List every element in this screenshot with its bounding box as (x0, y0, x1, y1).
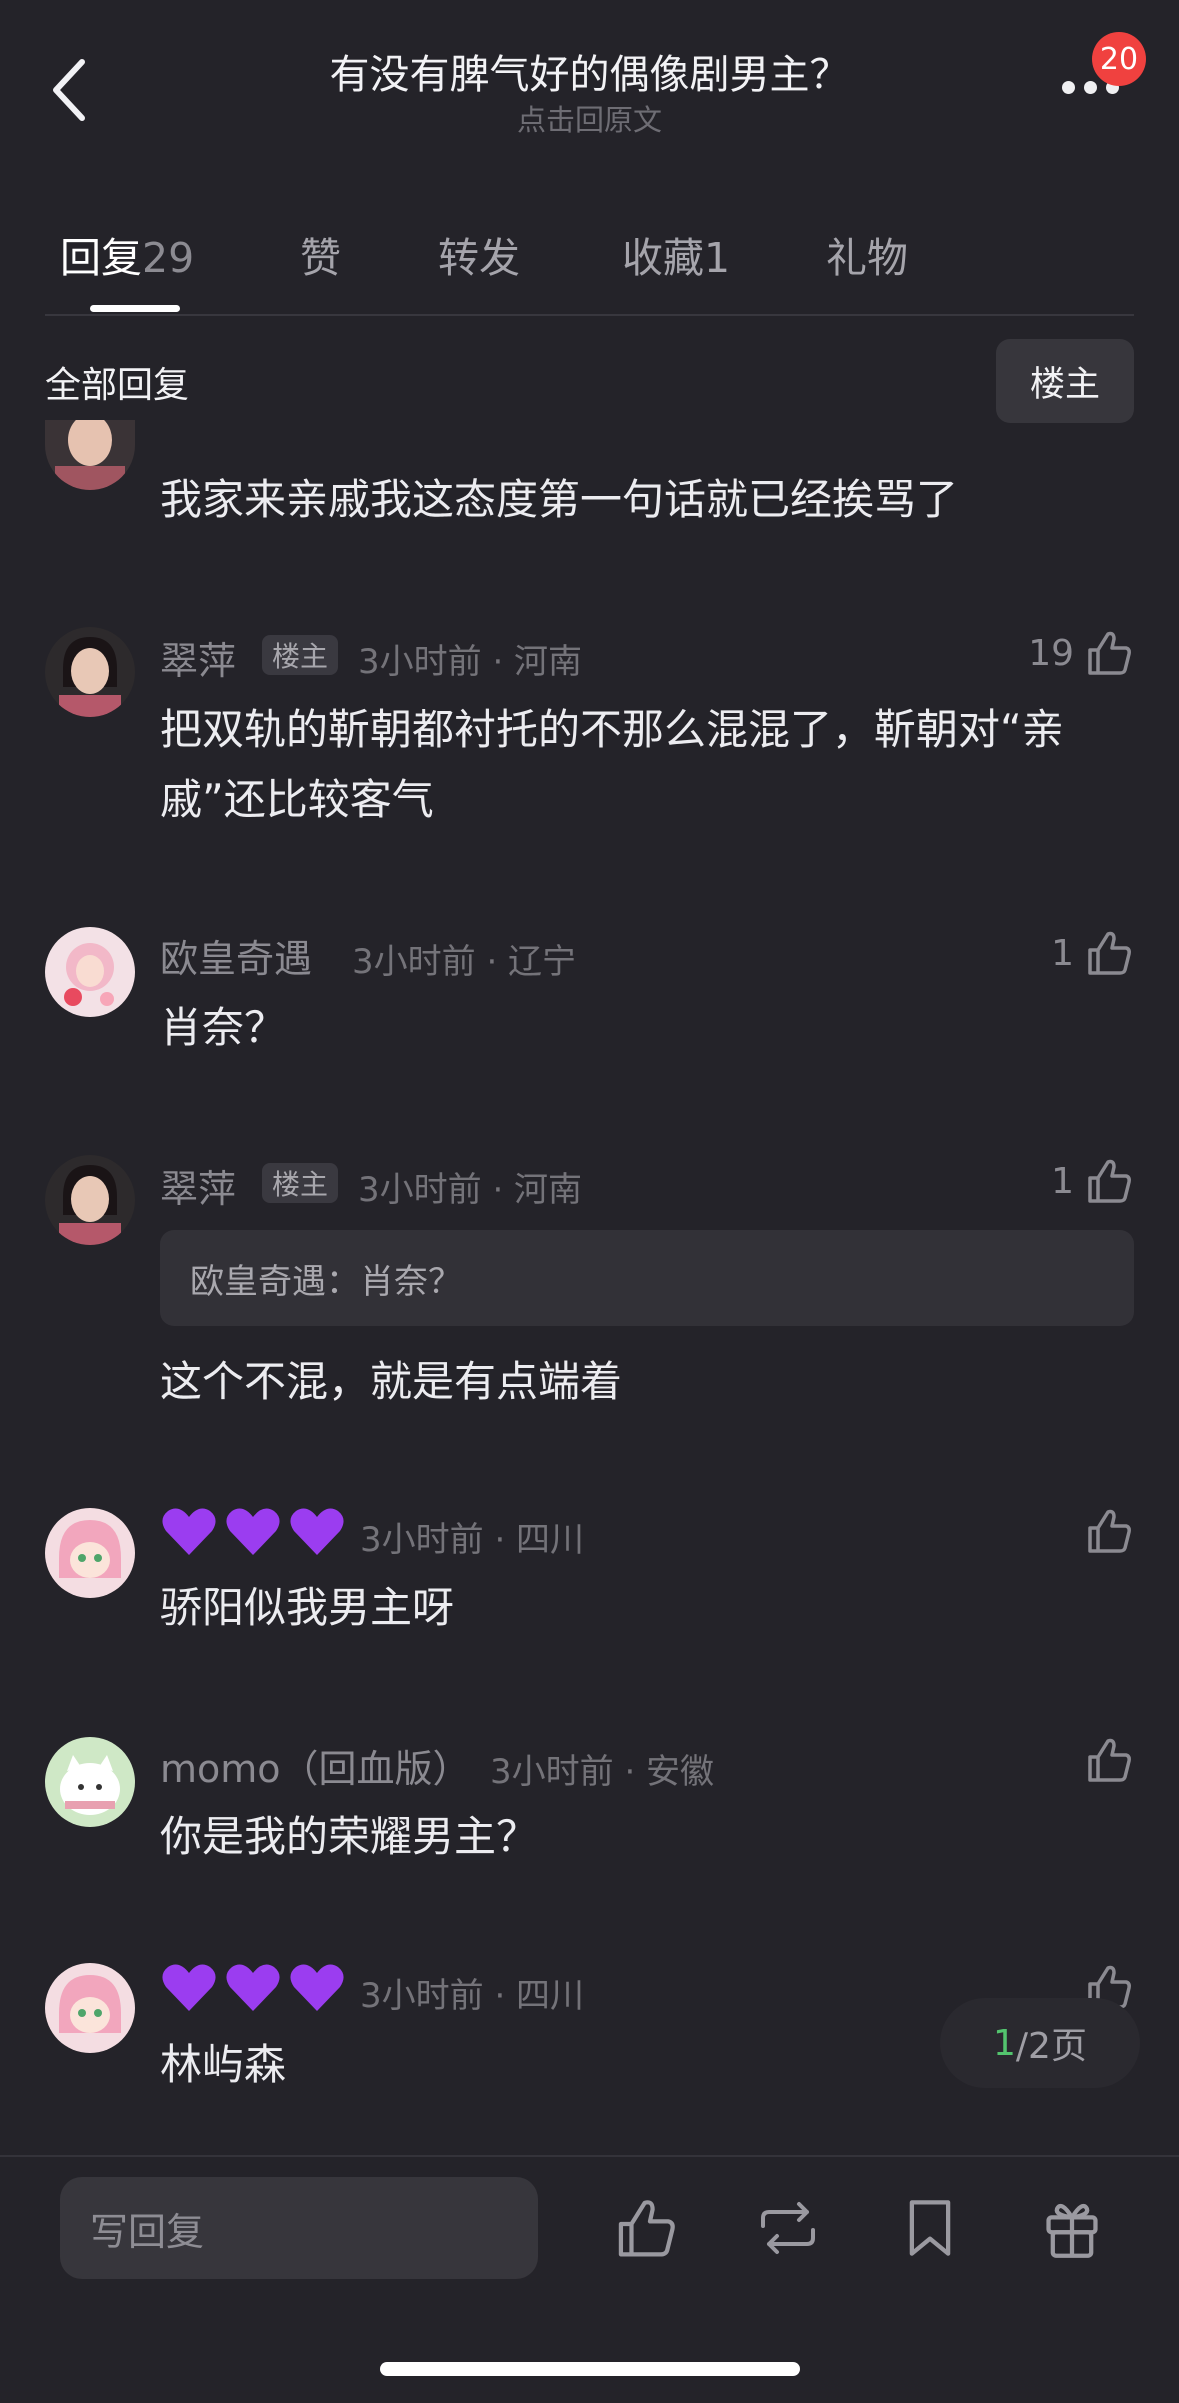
avatar[interactable] (45, 1963, 135, 2053)
comment-text: 我家来亲戚我这态度第一句话就已经挨骂了 (160, 475, 959, 524)
like-count: 1 (1051, 1160, 1074, 1202)
like-button[interactable]: 1 (1051, 928, 1134, 978)
reply-input[interactable]: 写回复 (60, 2177, 538, 2279)
tab-bar: 回复29 赞 转发 收藏1 礼物 (0, 210, 1179, 315)
avatar[interactable] (45, 1508, 135, 1598)
gift-icon (1046, 2203, 1098, 2258)
avatar[interactable] (45, 1737, 135, 1827)
avatar-image (45, 927, 135, 1017)
purple-heart-icon (290, 1508, 344, 1555)
bookmark-icon (909, 2200, 951, 2256)
op-tag: 楼主 (262, 635, 339, 675)
thumbs-up-icon (1088, 1509, 1131, 1553)
like-count: 19 (1028, 632, 1074, 674)
current-page: 1 (993, 2022, 1016, 2064)
divider (0, 2155, 1179, 2157)
username[interactable]: momo（回血版） (160, 1738, 471, 1793)
page-indicator[interactable]: 1/2页 (940, 1998, 1140, 2088)
home-indicator[interactable] (380, 2362, 800, 2376)
tab-label: 赞 (300, 234, 341, 282)
username-emoji[interactable] (160, 1505, 346, 1557)
back-to-original-link[interactable]: 点击回原文 (0, 97, 1179, 139)
avatar-image (45, 420, 135, 490)
bookmark-button[interactable] (892, 2190, 968, 2266)
op-tag: 楼主 (262, 1163, 339, 1203)
tab-likes[interactable]: 赞 (300, 224, 341, 284)
avatar[interactable] (45, 627, 135, 717)
avatar[interactable] (45, 420, 135, 490)
quoted-reply[interactable]: 欧皇奇遇：肖奈？ (160, 1230, 1134, 1326)
more-dot (1083, 80, 1097, 94)
tab-count: 29 (142, 234, 195, 282)
header: 有没有脾气好的偶像剧男主？ 点击回原文 20 (0, 0, 1179, 170)
repost-button[interactable] (750, 2190, 826, 2266)
gift-button[interactable] (1034, 2190, 1110, 2266)
comment-meta: 3小时前 · 辽宁 (352, 942, 577, 982)
username[interactable]: 翠萍 (160, 1158, 236, 1213)
avatar[interactable] (45, 1155, 135, 1245)
avatar-image (45, 1737, 135, 1827)
like-count: 1 (1051, 932, 1074, 974)
comment-meta: 3小时前 · 河南 (358, 642, 583, 682)
tab-count: 1 (704, 234, 731, 282)
avatar-image (45, 1508, 135, 1598)
comment-meta: 3小时前 · 安徽 (490, 1752, 715, 1792)
purple-heart-icon (162, 1964, 216, 2011)
like-post-button[interactable] (608, 2190, 684, 2266)
username[interactable]: 翠萍 (160, 630, 236, 685)
notification-badge: 20 (1092, 32, 1146, 86)
tab-favorites[interactable]: 收藏1 (622, 224, 730, 284)
tab-replies[interactable]: 回复29 (60, 224, 194, 284)
thumbs-up-icon (618, 2200, 675, 2257)
tab-reposts[interactable]: 转发 (438, 224, 520, 284)
thumbs-up-icon (1088, 631, 1131, 675)
like-button[interactable] (1084, 1735, 1134, 1785)
active-tab-indicator (90, 305, 180, 312)
comment-meta: 3小时前 · 四川 (360, 1976, 585, 2016)
comment-meta: 3小时前 · 四川 (360, 1520, 585, 1560)
comment-text: 骄阳似我男主呀 (160, 1583, 455, 1632)
username[interactable]: 欧皇奇遇 (160, 928, 312, 983)
tab-gifts[interactable]: 礼物 (826, 224, 908, 284)
screen: 有没有脾气好的偶像剧男主？ 点击回原文 20 回复29 赞 转发 收藏1 礼物 … (0, 0, 1179, 2403)
thumbs-up-icon (1088, 1159, 1131, 1203)
avatar-image (45, 1963, 135, 2053)
comment-meta: 3小时前 · 河南 (358, 1170, 583, 1210)
thumbs-up-icon (1088, 1738, 1131, 1782)
tab-label: 转发 (438, 234, 520, 282)
avatar[interactable] (45, 927, 135, 1017)
like-button[interactable]: 19 (1028, 628, 1134, 678)
purple-heart-icon (290, 1964, 344, 2011)
tab-label: 礼物 (826, 234, 908, 282)
comment-text: 把双轨的靳朝都衬托的不那么混混了，靳朝对“亲戚”还比较客气 (160, 705, 1064, 824)
purple-heart-icon (226, 1964, 280, 2011)
more-dots-icon (1061, 80, 1075, 94)
like-button[interactable] (1084, 1506, 1134, 1556)
all-replies-label: 全部回复 (45, 365, 190, 406)
comment-text: 你是我的荣耀男主？ (160, 1812, 539, 1861)
op-only-button[interactable]: 楼主 (996, 339, 1134, 423)
divider (45, 314, 1134, 316)
avatar-image (45, 1155, 135, 1245)
comment-text: 肖奈？ (160, 1003, 287, 1052)
total-pages: /2页 (1015, 2026, 1087, 2067)
purple-heart-icon (162, 1508, 216, 1555)
repost-icon (761, 2202, 815, 2254)
tab-label: 收藏 (622, 234, 704, 282)
avatar-image (45, 627, 135, 717)
tab-label: 回复 (60, 234, 142, 282)
comment-text: 这个不混，就是有点端着 (160, 1357, 623, 1406)
thumbs-up-icon (1088, 931, 1131, 975)
like-button[interactable]: 1 (1051, 1156, 1134, 1206)
purple-heart-icon (226, 1508, 280, 1555)
username-emoji[interactable] (160, 1961, 346, 2013)
page-title[interactable]: 有没有脾气好的偶像剧男主？ (0, 42, 1179, 100)
